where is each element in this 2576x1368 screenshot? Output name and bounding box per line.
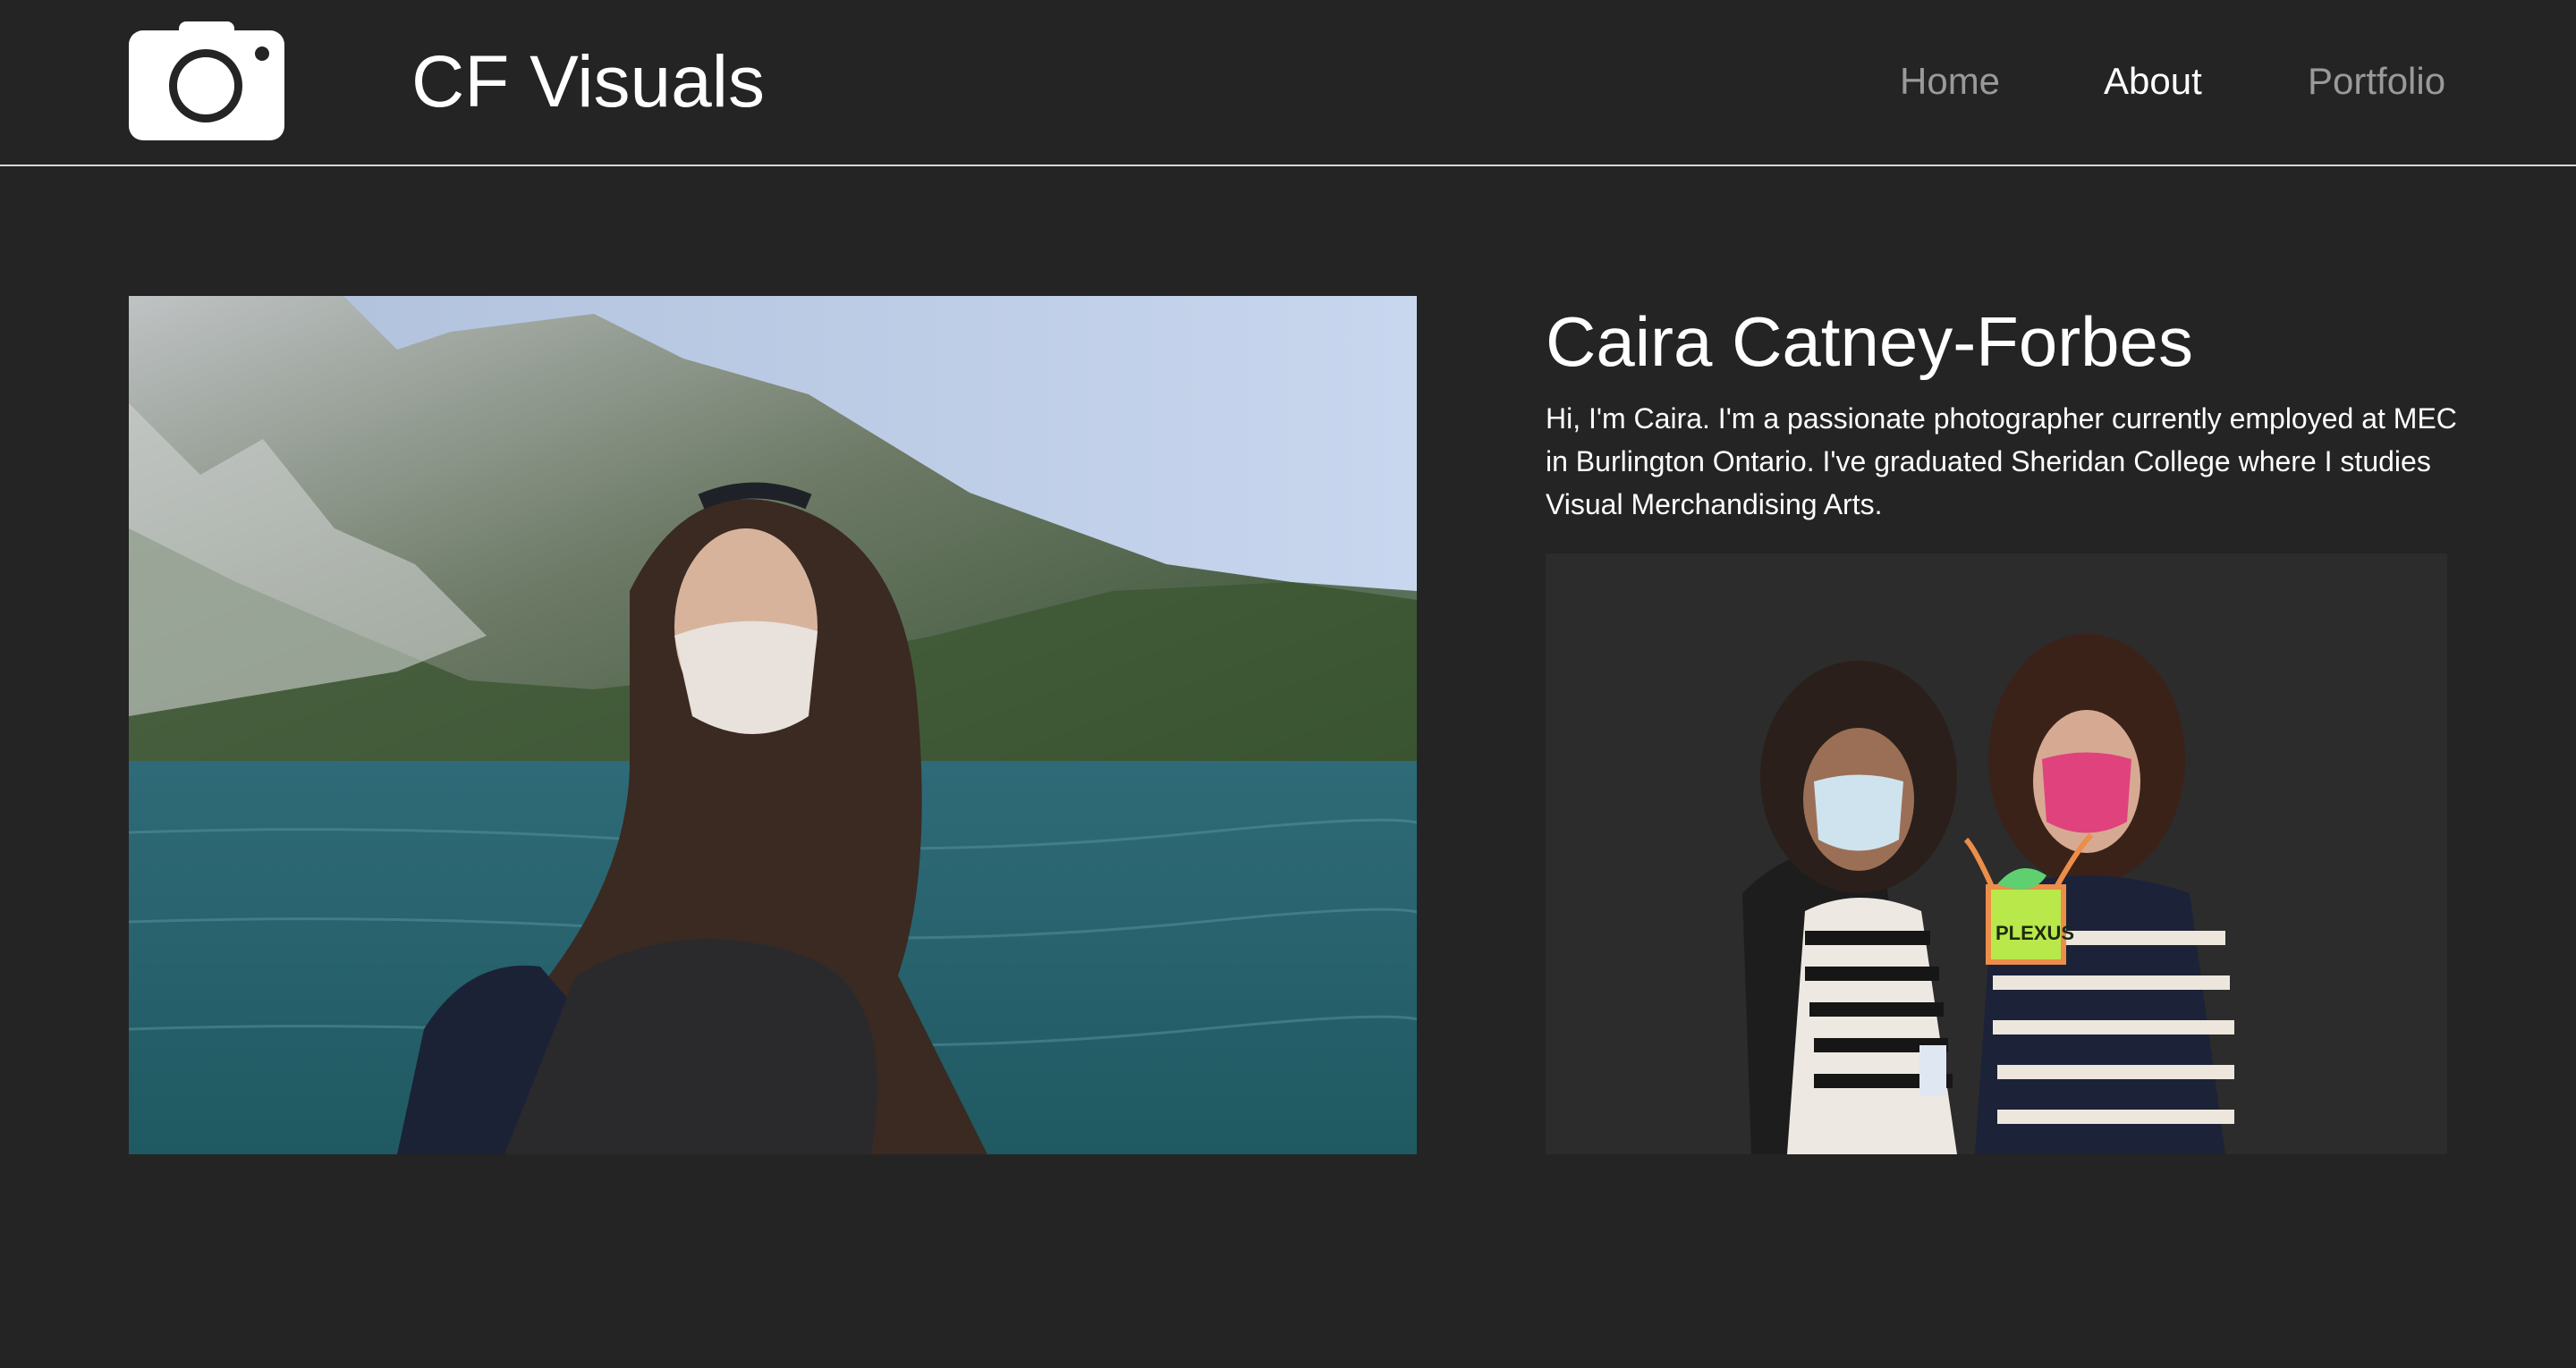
nav-link-portfolio[interactable]: Portfolio bbox=[2308, 52, 2445, 111]
award-plexus-photo: PLEXUS bbox=[1546, 553, 2447, 1154]
camera-icon[interactable] bbox=[129, 21, 284, 140]
site-brand[interactable]: CF Visuals bbox=[411, 38, 765, 127]
nav-link-about[interactable]: About bbox=[2104, 52, 2202, 111]
award-label: PLEXUS bbox=[1996, 922, 2074, 944]
site-header: CF Visuals Home About Portfolio bbox=[0, 0, 2576, 166]
header-divider bbox=[0, 165, 2576, 166]
bio-text: Hi, I'm Caira. I'm a passionate photogra… bbox=[1546, 402, 2457, 520]
nav-link-home[interactable]: Home bbox=[1900, 52, 2000, 111]
page-title: Caira Catney-Forbes bbox=[1546, 302, 2193, 381]
portrait-lake-mountain-photo bbox=[129, 296, 1417, 1154]
